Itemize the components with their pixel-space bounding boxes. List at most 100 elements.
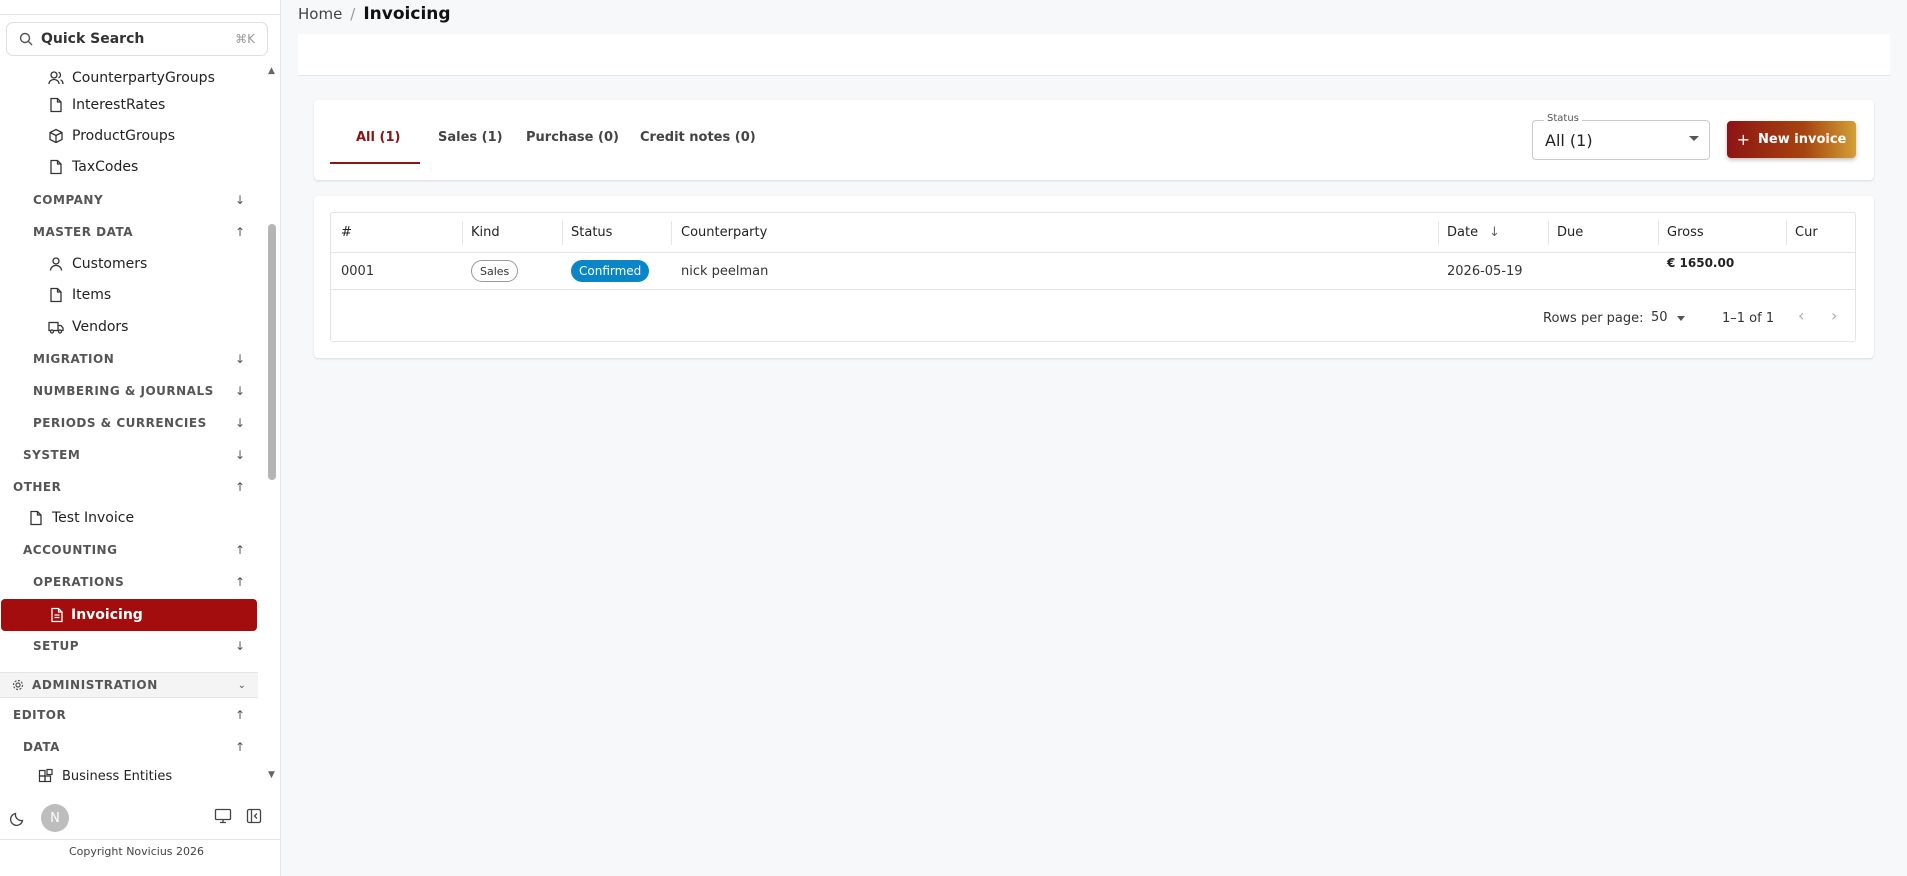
sidebar-item-business-entities[interactable]: Business Entities [38, 762, 172, 790]
column-header-number[interactable]: # [341, 225, 352, 240]
package-icon [48, 128, 64, 144]
sidebar-item-vendors[interactable]: Vendors [48, 313, 128, 341]
status-filter-select[interactable]: Status All (1) [1532, 113, 1710, 160]
sidebar-section-company[interactable]: COMPANY ↓ [33, 187, 245, 213]
sidebar-item-label: Business Entities [62, 768, 173, 784]
avatar-initial: N [50, 810, 60, 826]
column-divider [1438, 221, 1439, 245]
scroll-up-icon[interactable]: ▲ [268, 66, 275, 76]
sidebar-section-numbering[interactable]: NUMBERING & JOURNALS ↓ [33, 378, 245, 404]
table-pagination: Rows per page: 50 1–1 of 1 ‹ › [331, 303, 1855, 333]
scrollbar-thumb[interactable] [268, 224, 276, 480]
invoices-table: # Kind Status Counterparty Date ↓ Due Gr… [330, 212, 1856, 342]
plus-icon: + [1736, 130, 1751, 149]
chevron-right-icon[interactable]: › [1831, 306, 1837, 325]
section-label: OTHER [13, 480, 62, 494]
sidebar-section-setup[interactable]: SETUP ↓ [33, 633, 245, 659]
arrow-down-icon: ↓ [234, 639, 245, 653]
arrow-up-icon: ↑ [234, 708, 245, 722]
rows-per-page-label: Rows per page: [1543, 311, 1644, 326]
sidebar-item-label: TaxCodes [72, 159, 139, 175]
arrow-up-icon: ↑ [234, 225, 245, 239]
new-invoice-button[interactable]: + New invoice [1727, 121, 1856, 158]
file-icon [28, 510, 44, 526]
column-header-counterparty[interactable]: Counterparty [681, 225, 767, 240]
quick-search-shortcut: ⌘K [235, 32, 255, 46]
chevron-down-icon: ⌄ [237, 679, 246, 691]
search-icon [19, 32, 33, 46]
cell-number: 0001 [341, 264, 375, 279]
quick-search[interactable]: Quick Search ⌘K [6, 22, 268, 56]
column-divider [1548, 221, 1549, 245]
sort-arrow-down-icon[interactable]: ↓ [1489, 225, 1500, 240]
tab-sales[interactable]: Sales (1) [438, 130, 503, 145]
table-row[interactable]: 0001 Sales Confirmed nick peelman 2026-0… [331, 253, 1855, 290]
column-header-due[interactable]: Due [1557, 225, 1583, 240]
sidebar-scrollbar[interactable]: ▲ ▼ [266, 64, 278, 784]
arrow-up-icon: ↑ [234, 543, 245, 557]
arrow-up-icon: ↑ [234, 740, 245, 754]
sidebar-section-operations[interactable]: OPERATIONS ↑ [33, 569, 245, 595]
sidebar-item-test-invoice[interactable]: Test Invoice [28, 504, 134, 532]
section-label: NUMBERING & JOURNALS [33, 384, 214, 398]
sidebar-section-editor[interactable]: EDITOR ↑ [13, 702, 245, 728]
quick-search-label: Quick Search [41, 31, 145, 47]
sidebar-section-master-data[interactable]: MASTER DATA ↑ [33, 219, 245, 245]
sidebar-item-product-groups[interactable]: ProductGroups [48, 122, 175, 150]
active-tab-indicator [330, 162, 420, 164]
tab-all[interactable]: All (1) [356, 130, 400, 145]
arrow-down-icon: ↓ [234, 193, 245, 207]
column-header-date[interactable]: Date [1447, 225, 1478, 240]
sidebar-section-periods[interactable]: PERIODS & CURRENCIES ↓ [33, 410, 245, 436]
column-header-cur[interactable]: Cur [1795, 225, 1818, 240]
breadcrumb: Home / Invoicing [298, 4, 451, 24]
sidebar-item-interest-rates[interactable]: InterestRates [48, 91, 165, 119]
sidebar-item-invoicing[interactable]: Invoicing [1, 599, 257, 631]
scroll-down-icon[interactable]: ▼ [268, 770, 275, 780]
column-divider [562, 221, 563, 245]
sidebar-section-system[interactable]: SYSTEM ↓ [23, 442, 245, 468]
monitor-icon[interactable] [214, 808, 232, 824]
breadcrumb-home[interactable]: Home [298, 5, 342, 23]
sidebar-item-counterparty-groups[interactable]: CounterpartyGroups [48, 64, 215, 92]
users-icon [48, 70, 64, 86]
sidebar-item-items[interactable]: Items [48, 281, 111, 309]
section-label: EDITOR [13, 708, 67, 722]
column-header-gross[interactable]: Gross [1667, 225, 1704, 240]
sidebar-section-data[interactable]: DATA ↑ [23, 734, 245, 760]
sidebar-item-label: ProductGroups [72, 128, 176, 144]
collapse-sidebar-icon[interactable] [246, 808, 262, 824]
invoice-icon [49, 607, 65, 623]
sidebar-item-customers[interactable]: Customers [48, 250, 147, 278]
chevron-left-icon[interactable]: ‹ [1798, 306, 1804, 325]
user-icon [48, 256, 64, 272]
column-header-status[interactable]: Status [571, 225, 612, 240]
avatar[interactable]: N [41, 804, 69, 832]
column-divider [1658, 221, 1659, 245]
sidebar-section-accounting[interactable]: ACCOUNTING ↑ [23, 537, 245, 563]
sidebar-nav: CounterpartyGroups InterestRates Product… [0, 64, 258, 664]
blocks-icon [38, 768, 54, 784]
section-label: OPERATIONS [33, 575, 125, 589]
sidebar-section-migration[interactable]: MIGRATION ↓ [33, 346, 245, 372]
section-label: MIGRATION [33, 352, 115, 366]
caret-down-icon[interactable] [1677, 316, 1685, 321]
sidebar-item-tax-codes[interactable]: TaxCodes [48, 153, 138, 181]
tab-credit-notes[interactable]: Credit notes (0) [640, 130, 756, 145]
arrow-up-icon: ↑ [234, 575, 245, 589]
pagination-range: 1–1 of 1 [1722, 311, 1775, 326]
rows-per-page-select[interactable]: 50 [1651, 310, 1668, 325]
kind-chip: Sales [471, 260, 519, 282]
sidebar-item-label: InterestRates [72, 97, 166, 113]
sidebar-item-label: Vendors [72, 319, 129, 335]
column-header-kind[interactable]: Kind [471, 225, 500, 240]
moon-icon[interactable] [10, 810, 26, 826]
sidebar-section-other[interactable]: OTHER ↑ [13, 474, 245, 500]
section-label: DATA [23, 740, 60, 754]
sidebar-section-administration[interactable]: ADMINISTRATION ⌄ [0, 672, 258, 698]
breadcrumb-separator: / [350, 5, 356, 23]
tab-purchase[interactable]: Purchase (0) [526, 130, 619, 145]
arrow-down-icon: ↓ [234, 448, 245, 462]
status-filter-value: All (1) [1545, 131, 1593, 150]
file-icon [48, 159, 64, 175]
